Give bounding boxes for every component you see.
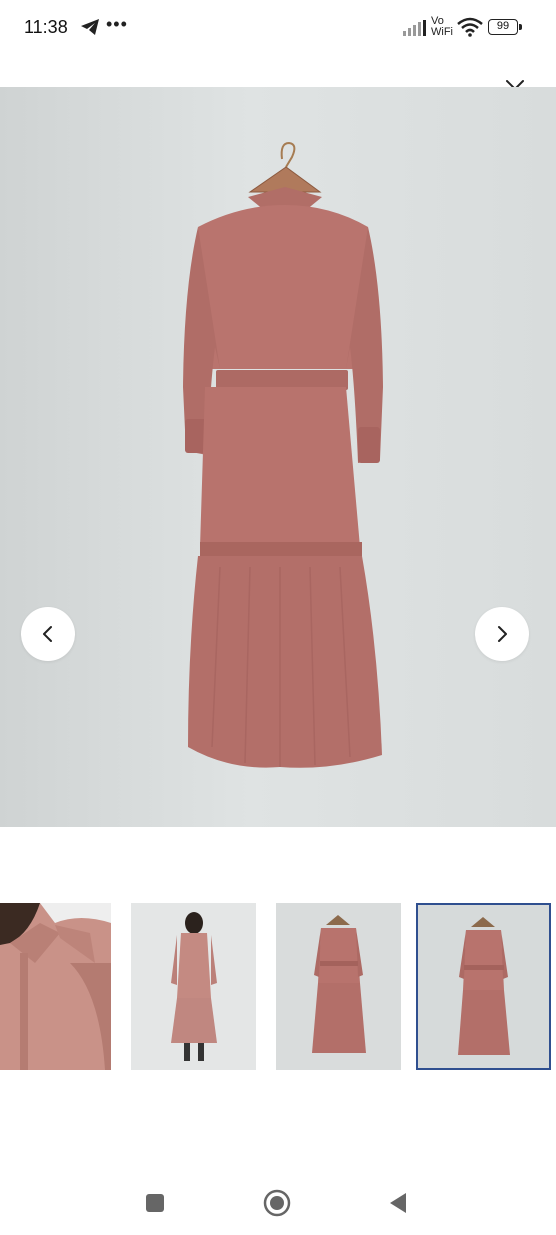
telegram-icon [81,19,99,35]
dress-back-image [183,141,383,768]
vowifi-bottom: WiFi [431,26,453,38]
status-time: 11:38 [24,17,68,37]
chevron-left-icon [43,626,52,642]
thumbnail-collar-image [0,903,111,1070]
product-main-image[interactable] [0,87,556,827]
system-navigation-bar [0,1170,556,1235]
chevron-right-icon [498,626,507,642]
home-button[interactable] [263,1189,291,1217]
battery-tip [519,24,522,30]
thumbnail-front-hanger-image [276,903,401,1070]
thumbnail-3[interactable] [276,903,401,1070]
previous-image-button[interactable] [21,607,75,661]
recent-apps-button[interactable] [146,1194,164,1212]
vowifi-indicator: Vo WiFi [431,16,453,38]
back-button[interactable] [388,1191,408,1215]
thumbnail-4-selected[interactable] [416,903,551,1070]
battery-indicator: 99 [488,19,518,35]
wifi-icon [457,17,483,37]
more-notifications-icon: ••• [106,14,128,34]
thumbnail-back-hanger-image [418,905,549,1068]
thumbnail-2[interactable] [131,903,256,1070]
next-image-button[interactable] [475,607,529,661]
thumbnail-model-image [131,903,256,1070]
signal-icon [403,20,426,36]
status-bar: 11:38 ••• Vo WiFi 99 [0,0,556,56]
thumbnail-1[interactable] [0,903,111,1070]
